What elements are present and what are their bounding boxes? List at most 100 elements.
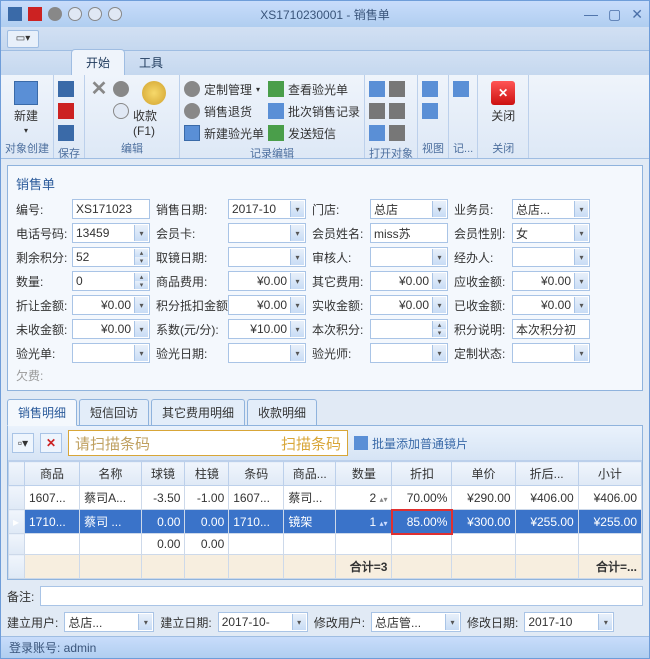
back-icon[interactable]	[47, 6, 63, 22]
col-8[interactable]: 单价	[452, 462, 515, 486]
open5-button[interactable]	[389, 101, 405, 121]
tab-tools[interactable]: 工具	[125, 50, 177, 75]
mdate-label: 修改日期:	[467, 614, 518, 631]
sale-return-button[interactable]: 销售退货	[184, 101, 264, 121]
field-phone[interactable]: 13459▾	[72, 223, 150, 243]
col-1[interactable]: 名称	[80, 462, 142, 486]
tab-sales-detail[interactable]: 销售明细	[7, 399, 77, 426]
field-points_deduct[interactable]: ¥0.00▾	[228, 295, 306, 315]
field-rx_form[interactable]: ▾	[72, 343, 150, 363]
field-receivable[interactable]: ¥0.00▾	[512, 271, 590, 291]
save-button[interactable]	[58, 79, 74, 99]
custom-mgmt-button[interactable]: 定制管理▾	[184, 79, 264, 99]
col-9[interactable]: 折后...	[515, 462, 578, 486]
view2-button[interactable]	[422, 101, 438, 121]
sales-grid[interactable]: 商品名称球镜柱镜条码商品...数量折扣单价折后...小计 1607...蔡司A.…	[8, 461, 642, 579]
minimize-button[interactable]: —	[584, 6, 598, 23]
save-close-button[interactable]	[58, 101, 74, 121]
field-custom_state[interactable]: ▾	[512, 343, 590, 363]
save-icon[interactable]	[7, 6, 23, 22]
del-row-button[interactable]: ✕	[40, 433, 62, 453]
field-qty[interactable]: 0▴▾	[72, 271, 150, 291]
remark-input[interactable]	[40, 586, 643, 606]
field-actual_recv[interactable]: ¥0.00▾	[370, 295, 448, 315]
open3-button[interactable]	[369, 123, 385, 143]
label-phone: 电话号码:	[16, 225, 66, 242]
save-x-icon[interactable]	[27, 6, 43, 22]
field-handler[interactable]: ▾	[512, 247, 590, 267]
delete-button[interactable]: ✕	[89, 79, 109, 99]
nav-next-icon[interactable]	[107, 6, 123, 22]
field-discount_amt[interactable]: ¥0.00▾	[72, 295, 150, 315]
col-2[interactable]: 球镜	[141, 462, 185, 486]
field-coeff[interactable]: ¥10.00▾	[228, 319, 306, 339]
field-points_note[interactable]: 本次积分初	[512, 319, 590, 339]
field-optometrist[interactable]: ▾	[370, 343, 448, 363]
open1-button[interactable]	[369, 79, 385, 99]
label-goods_fee: 商品费用:	[156, 273, 222, 290]
group-edit-label: 编辑	[89, 138, 175, 158]
tab-payment[interactable]: 收款明细	[247, 399, 317, 425]
close-window-button[interactable]: ✕	[631, 6, 643, 23]
open4-button[interactable]	[389, 79, 405, 99]
cdate-input[interactable]: 2017-10-▾	[218, 612, 308, 632]
col-7[interactable]: 折扣	[392, 462, 452, 486]
view-rx-button[interactable]: 查看验光单	[268, 79, 360, 99]
close-button[interactable]: ✕ 关闭	[482, 77, 524, 124]
refresh-icon[interactable]	[67, 6, 83, 22]
label-reviewer: 审核人:	[312, 249, 364, 266]
col-5[interactable]: 商品...	[284, 462, 336, 486]
field-sale_date[interactable]: 2017-10▾	[228, 199, 306, 219]
field-this_points[interactable]: ▴▾	[370, 319, 448, 339]
send-sms-button[interactable]: 发送短信	[268, 123, 360, 143]
add-row-button[interactable]: ▫▾	[12, 433, 34, 453]
field-serial[interactable]: XS171023	[72, 199, 150, 219]
mdate-input[interactable]: 2017-10▾	[524, 612, 614, 632]
bulk-add-link[interactable]: 批量添加普通镜片	[354, 435, 468, 452]
refresh-button[interactable]	[113, 101, 129, 121]
field-reviewer[interactable]: ▾	[370, 247, 448, 267]
creator-input[interactable]: 总店...▾	[64, 612, 154, 632]
field-points_left[interactable]: 52▴▾	[72, 247, 150, 267]
tab-other-fee[interactable]: 其它费用明细	[151, 399, 245, 425]
batch-sale-button[interactable]: 批次销售记录	[268, 101, 360, 121]
new-button[interactable]: 新建 ▾	[5, 77, 47, 135]
new-rx-button[interactable]: 新建验光单	[184, 123, 264, 143]
field-rx_date[interactable]: ▾	[228, 343, 306, 363]
panel-title: 销售单	[16, 172, 634, 199]
col-10[interactable]: 小计	[578, 462, 641, 486]
detail-toolbar: ▫▾ ✕ 请扫描条码 扫描条码 批量添加普通镜片	[8, 426, 642, 461]
save-new-button[interactable]	[58, 123, 74, 143]
tab-sms[interactable]: 短信回访	[79, 399, 149, 425]
maximize-button[interactable]: ▢	[608, 6, 621, 23]
field-unreceived[interactable]: ¥0.00▾	[72, 319, 150, 339]
field-member_name[interactable]: miss苏	[370, 223, 448, 243]
field-member_sex[interactable]: 女▾	[512, 223, 590, 243]
undo-button[interactable]	[113, 79, 129, 99]
modifier-input[interactable]: 总店管...▾	[371, 612, 461, 632]
field-pickup_date[interactable]: ▾	[228, 247, 306, 267]
field-store[interactable]: 总店▾	[370, 199, 448, 219]
table-row[interactable]: ▸1710...蔡司 ...0.000.001710...镜架1 ▴▾85.00…	[9, 510, 642, 534]
col-3[interactable]: 柱镜	[185, 462, 229, 486]
field-received[interactable]: ¥0.00▾	[512, 295, 590, 315]
payment-label: 收款(F1)	[133, 107, 175, 138]
qat-menu[interactable]: ▭▾	[7, 30, 39, 48]
barcode-input[interactable]: 请扫描条码 扫描条码	[68, 430, 348, 456]
open2-button[interactable]	[369, 101, 385, 121]
table-row[interactable]: 1607...蔡司A...-3.50-1.001607...蔡司...2 ▴▾7…	[9, 486, 642, 510]
col-0[interactable]: 商品	[25, 462, 80, 486]
field-other_fee[interactable]: ¥0.00▾	[370, 271, 448, 291]
tab-start[interactable]: 开始	[71, 49, 125, 75]
nav-prev-icon[interactable]	[87, 6, 103, 22]
col-4[interactable]: 条码	[229, 462, 284, 486]
field-goods_fee[interactable]: ¥0.00▾	[228, 271, 306, 291]
rec-button[interactable]	[453, 79, 469, 99]
open6-button[interactable]	[389, 123, 405, 143]
field-staff[interactable]: 总店...▾	[512, 199, 590, 219]
payment-button[interactable]: 收款(F1)	[133, 77, 175, 138]
scan-label: 扫描条码	[281, 433, 341, 454]
field-member_card[interactable]: ▾	[228, 223, 306, 243]
col-6[interactable]: 数量	[336, 462, 392, 486]
view1-button[interactable]	[422, 79, 438, 99]
